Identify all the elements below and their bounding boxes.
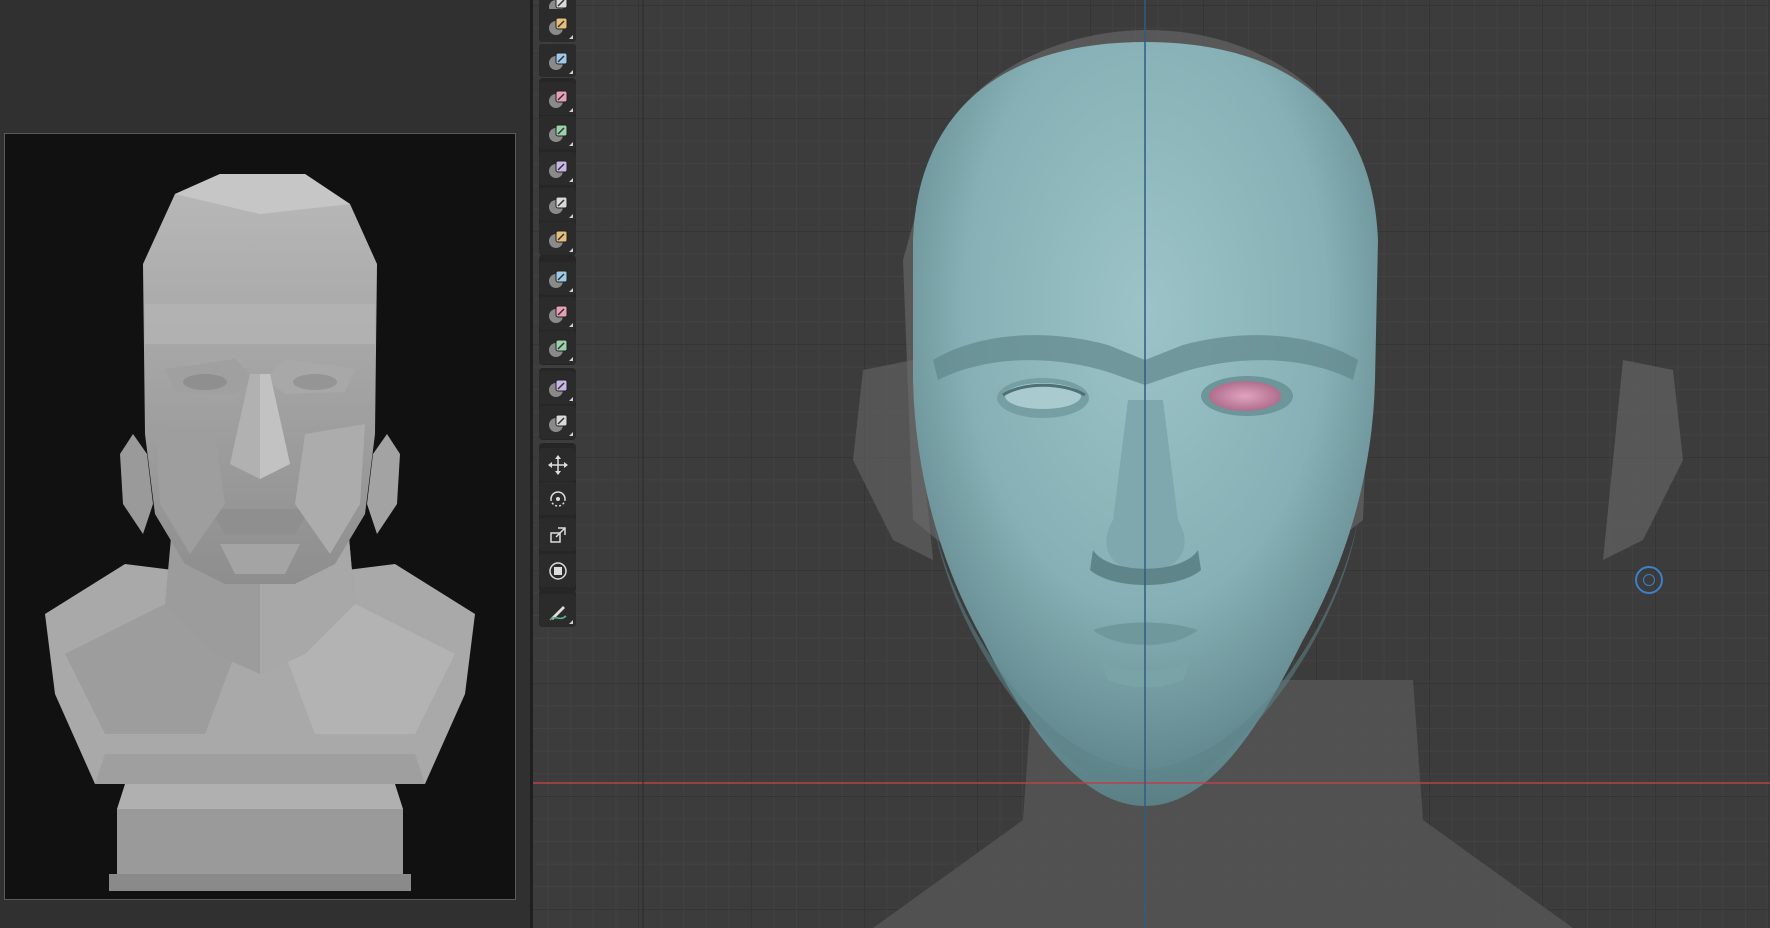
tool-options-indicator	[569, 248, 573, 252]
transform-tool[interactable]	[539, 554, 576, 587]
annotate-icon	[547, 600, 569, 622]
multiplane-scrape-icon	[547, 337, 569, 359]
layer-brush-icon	[547, 50, 569, 72]
reference-image-panel	[0, 0, 530, 928]
crease-tool[interactable]	[539, 152, 576, 185]
rotate-icon	[547, 488, 569, 510]
scale-icon	[547, 524, 569, 546]
tool-options-indicator	[569, 432, 573, 436]
pinch-tool[interactable]	[539, 371, 576, 404]
annotate-tool[interactable]	[539, 594, 576, 627]
scrape-brush-icon	[547, 303, 569, 325]
fill-brush-icon	[547, 268, 569, 290]
scrape-tool[interactable]	[539, 297, 576, 330]
clay-brush-icon	[547, 15, 569, 37]
crease-brush-icon	[547, 158, 569, 180]
tool-options-indicator	[569, 35, 573, 39]
tool-options-indicator	[569, 397, 573, 401]
grab-tool[interactable]	[539, 406, 576, 439]
tool-options-indicator	[569, 288, 573, 292]
smooth-brush-icon	[547, 194, 569, 216]
tool-options-indicator	[569, 142, 573, 146]
tool-options-indicator	[569, 178, 573, 182]
pinch-brush-icon	[547, 377, 569, 399]
tool-options-indicator	[569, 620, 573, 624]
transform-icon	[547, 560, 569, 582]
move-tool[interactable]	[539, 448, 576, 481]
blob-tool[interactable]	[539, 116, 576, 149]
rotate-tool[interactable]	[539, 482, 576, 515]
move-icon	[547, 454, 569, 476]
tool-options-indicator	[569, 357, 573, 361]
3d-viewport[interactable]	[533, 0, 1770, 928]
tool-options-indicator	[569, 70, 573, 74]
3d-cursor[interactable]	[1635, 566, 1663, 594]
multiplane-scrape-tool[interactable]	[539, 331, 576, 364]
tool-shelf	[539, 0, 576, 630]
reference-image[interactable]	[4, 133, 516, 900]
tool-options-indicator	[569, 214, 573, 218]
tool-options-indicator	[569, 108, 573, 112]
fill-tool[interactable]	[539, 262, 576, 295]
layer-tool[interactable]	[539, 44, 576, 77]
inflate-brush-icon	[547, 88, 569, 110]
clay-tool[interactable]	[539, 9, 576, 42]
flatten-tool[interactable]	[539, 222, 576, 255]
blob-brush-icon	[547, 122, 569, 144]
inflate-tool[interactable]	[539, 82, 576, 115]
planar-bust-image	[45, 174, 475, 891]
flatten-brush-icon	[547, 228, 569, 250]
scale-tool[interactable]	[539, 518, 576, 551]
smooth-tool[interactable]	[539, 188, 576, 221]
tool-options-indicator	[569, 323, 573, 327]
sculpt-scene	[533, 0, 1770, 928]
grab-brush-icon	[547, 412, 569, 434]
